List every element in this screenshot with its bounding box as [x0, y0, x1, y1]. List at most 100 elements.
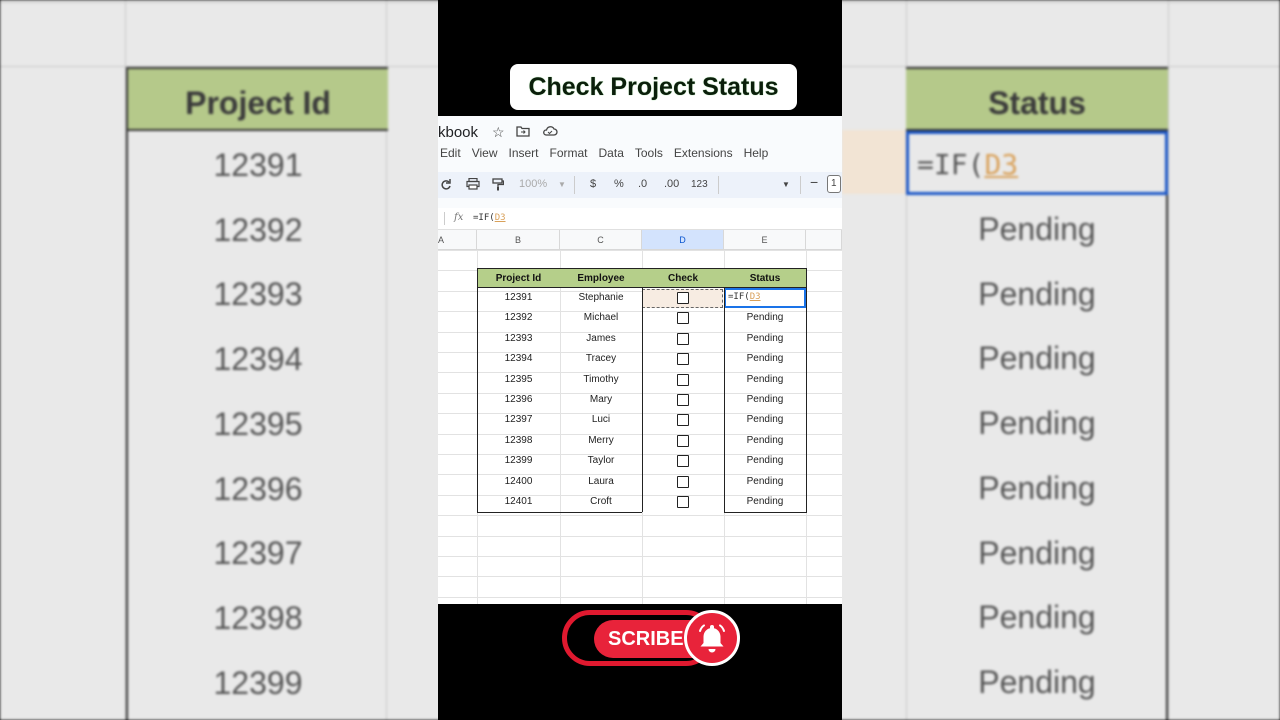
formula-input[interactable]: =IF(D3 — [473, 213, 506, 223]
video-frame: Project Id 12391 12392 12393 12394 12395 1239… — [0, 0, 1280, 720]
cell-project-id[interactable]: 12396 — [477, 390, 560, 410]
column-header-f[interactable] — [806, 230, 842, 250]
check-checkbox[interactable] — [677, 475, 689, 488]
cell-project-id[interactable]: 12399 — [477, 451, 560, 471]
cell-employee[interactable]: Stephanie — [560, 288, 642, 308]
cell-project-id[interactable]: 12391 — [477, 288, 560, 308]
zoom-select[interactable]: 100% — [519, 178, 547, 190]
bg-project-id-value: 12397 — [213, 535, 303, 572]
increase-decimal-button[interactable]: .00 — [664, 178, 679, 190]
cell-employee[interactable]: Croft — [560, 492, 642, 512]
cell-employee[interactable]: Luci — [560, 410, 642, 430]
cell-employee[interactable]: Laura — [560, 472, 642, 492]
cell-employee[interactable]: Merry — [560, 431, 642, 451]
cell-employee[interactable]: Tracey — [560, 349, 642, 369]
check-checkbox[interactable] — [677, 414, 689, 427]
menu-bar: Edit View Insert Format Data Tools Extensions H… — [440, 146, 779, 160]
cell-project-id[interactable]: 12400 — [477, 472, 560, 492]
cell-project-id[interactable]: 12397 — [477, 410, 560, 430]
bg-status-value: Pending — [978, 211, 1096, 247]
move-folder-icon[interactable] — [516, 124, 530, 140]
cell-employee[interactable]: Michael — [560, 308, 642, 328]
bg-status-value: Pending — [978, 663, 1096, 700]
font-dropdown-icon[interactable]: ▼ — [782, 180, 790, 189]
check-checkbox[interactable] — [677, 373, 689, 386]
bg-project-id-value: 12396 — [213, 470, 303, 507]
toolbar: 100% ▼ $ % .0 .00 123 ▼ − 1 — [438, 172, 842, 198]
cell-status[interactable]: Pending — [724, 370, 806, 390]
menu-help[interactable]: Help — [744, 146, 769, 160]
percent-format-button[interactable]: % — [614, 178, 624, 190]
check-checkbox[interactable] — [677, 434, 689, 447]
bg-status-value: Pending — [978, 469, 1096, 506]
cell-status[interactable]: Pending — [724, 410, 806, 430]
cell-status[interactable]: Pending — [724, 308, 806, 328]
menu-data[interactable]: Data — [599, 146, 624, 160]
bg-status-value: Pending — [978, 275, 1096, 312]
cell-project-id[interactable]: 12395 — [477, 370, 560, 390]
zoom-dropdown-icon[interactable]: ▼ — [558, 180, 566, 189]
check-checkbox[interactable] — [677, 292, 689, 304]
bg-project-id-value: 12399 — [213, 664, 303, 701]
bg-project-id-value: 12394 — [213, 341, 303, 378]
cell-employee[interactable]: Mary — [560, 390, 642, 410]
sheets-top-bar: kbook ☆ Edit View Insert Format Data Tools Ext… — [438, 116, 842, 208]
cell-project-id[interactable]: 12401 — [477, 492, 560, 512]
bg-status-column: Status =IF(D3 Pending Pending Pending Pendi… — [906, 67, 1168, 720]
cell-status[interactable]: Pending — [724, 390, 806, 410]
cell-employee[interactable]: Timothy — [560, 370, 642, 390]
check-checkbox[interactable] — [677, 394, 689, 406]
column-header-c[interactable]: C — [560, 230, 642, 250]
bell-icon[interactable] — [684, 610, 740, 666]
subscribe-label: SCRIBE — [608, 627, 684, 650]
column-header-b[interactable]: B — [477, 230, 560, 250]
subscribe-overlay[interactable]: SCRIBE — [562, 610, 742, 668]
menu-view[interactable]: View — [472, 146, 498, 160]
bg-status-value: Pending — [978, 340, 1096, 377]
bg-project-id-column: Project Id 12391 12392 12393 12394 12395 1239… — [126, 67, 388, 720]
bg-status-value: Pending — [978, 534, 1096, 571]
check-checkbox[interactable] — [677, 496, 689, 508]
font-size-input[interactable]: 1 — [827, 175, 841, 193]
status-formula-editor[interactable]: =IF(D3 — [724, 288, 806, 308]
check-checkbox[interactable] — [677, 353, 689, 366]
cell-project-id[interactable]: 12392 — [477, 308, 560, 328]
cell-status[interactable]: Pending — [724, 431, 806, 451]
print-icon[interactable] — [466, 177, 480, 193]
cell-project-id[interactable]: 12394 — [477, 349, 560, 369]
column-header-d[interactable]: D — [642, 230, 724, 250]
check-checkbox[interactable] — [677, 332, 689, 345]
bg-status-value: Pending — [978, 599, 1096, 636]
cell-status[interactable]: Pending — [724, 451, 806, 471]
menu-tools[interactable]: Tools — [635, 146, 663, 160]
cell-project-id[interactable]: 12398 — [477, 431, 560, 451]
cell-status[interactable]: Pending — [724, 492, 806, 512]
number-format-button[interactable]: 123 — [691, 179, 708, 190]
column-header-a[interactable]: A — [438, 230, 477, 250]
cell-employee[interactable]: James — [560, 329, 642, 349]
bg-formula-cell: =IF(D3 — [906, 131, 1168, 195]
decrease-decimal-button[interactable]: .0 — [638, 178, 647, 190]
paint-format-icon[interactable] — [492, 178, 505, 194]
star-icon[interactable]: ☆ — [492, 124, 505, 141]
cell-project-id[interactable]: 12393 — [477, 329, 560, 349]
cell-status[interactable]: Pending — [724, 472, 806, 492]
decrease-font-size-button[interactable]: − — [810, 174, 818, 190]
check-checkbox[interactable] — [677, 455, 689, 468]
cloud-status-icon[interactable] — [542, 124, 558, 140]
bg-status-value: Pending — [978, 405, 1096, 442]
menu-extensions[interactable]: Extensions — [674, 146, 733, 160]
cell-status[interactable]: Pending — [724, 349, 806, 369]
menu-edit[interactable]: Edit — [440, 146, 461, 160]
column-header-e[interactable]: E — [724, 230, 806, 250]
cell-status[interactable]: Pending — [724, 329, 806, 349]
menu-insert[interactable]: Insert — [508, 146, 538, 160]
menu-format[interactable]: Format — [550, 146, 588, 160]
header-employee: Employee — [560, 268, 642, 288]
redo-icon[interactable] — [440, 178, 452, 193]
cell-employee[interactable]: Taylor — [560, 451, 642, 471]
document-name[interactable]: kbook — [438, 124, 478, 141]
title-banner: Check Project Status — [510, 64, 797, 110]
currency-format-button[interactable]: $ — [590, 178, 596, 190]
check-checkbox[interactable] — [677, 312, 689, 325]
